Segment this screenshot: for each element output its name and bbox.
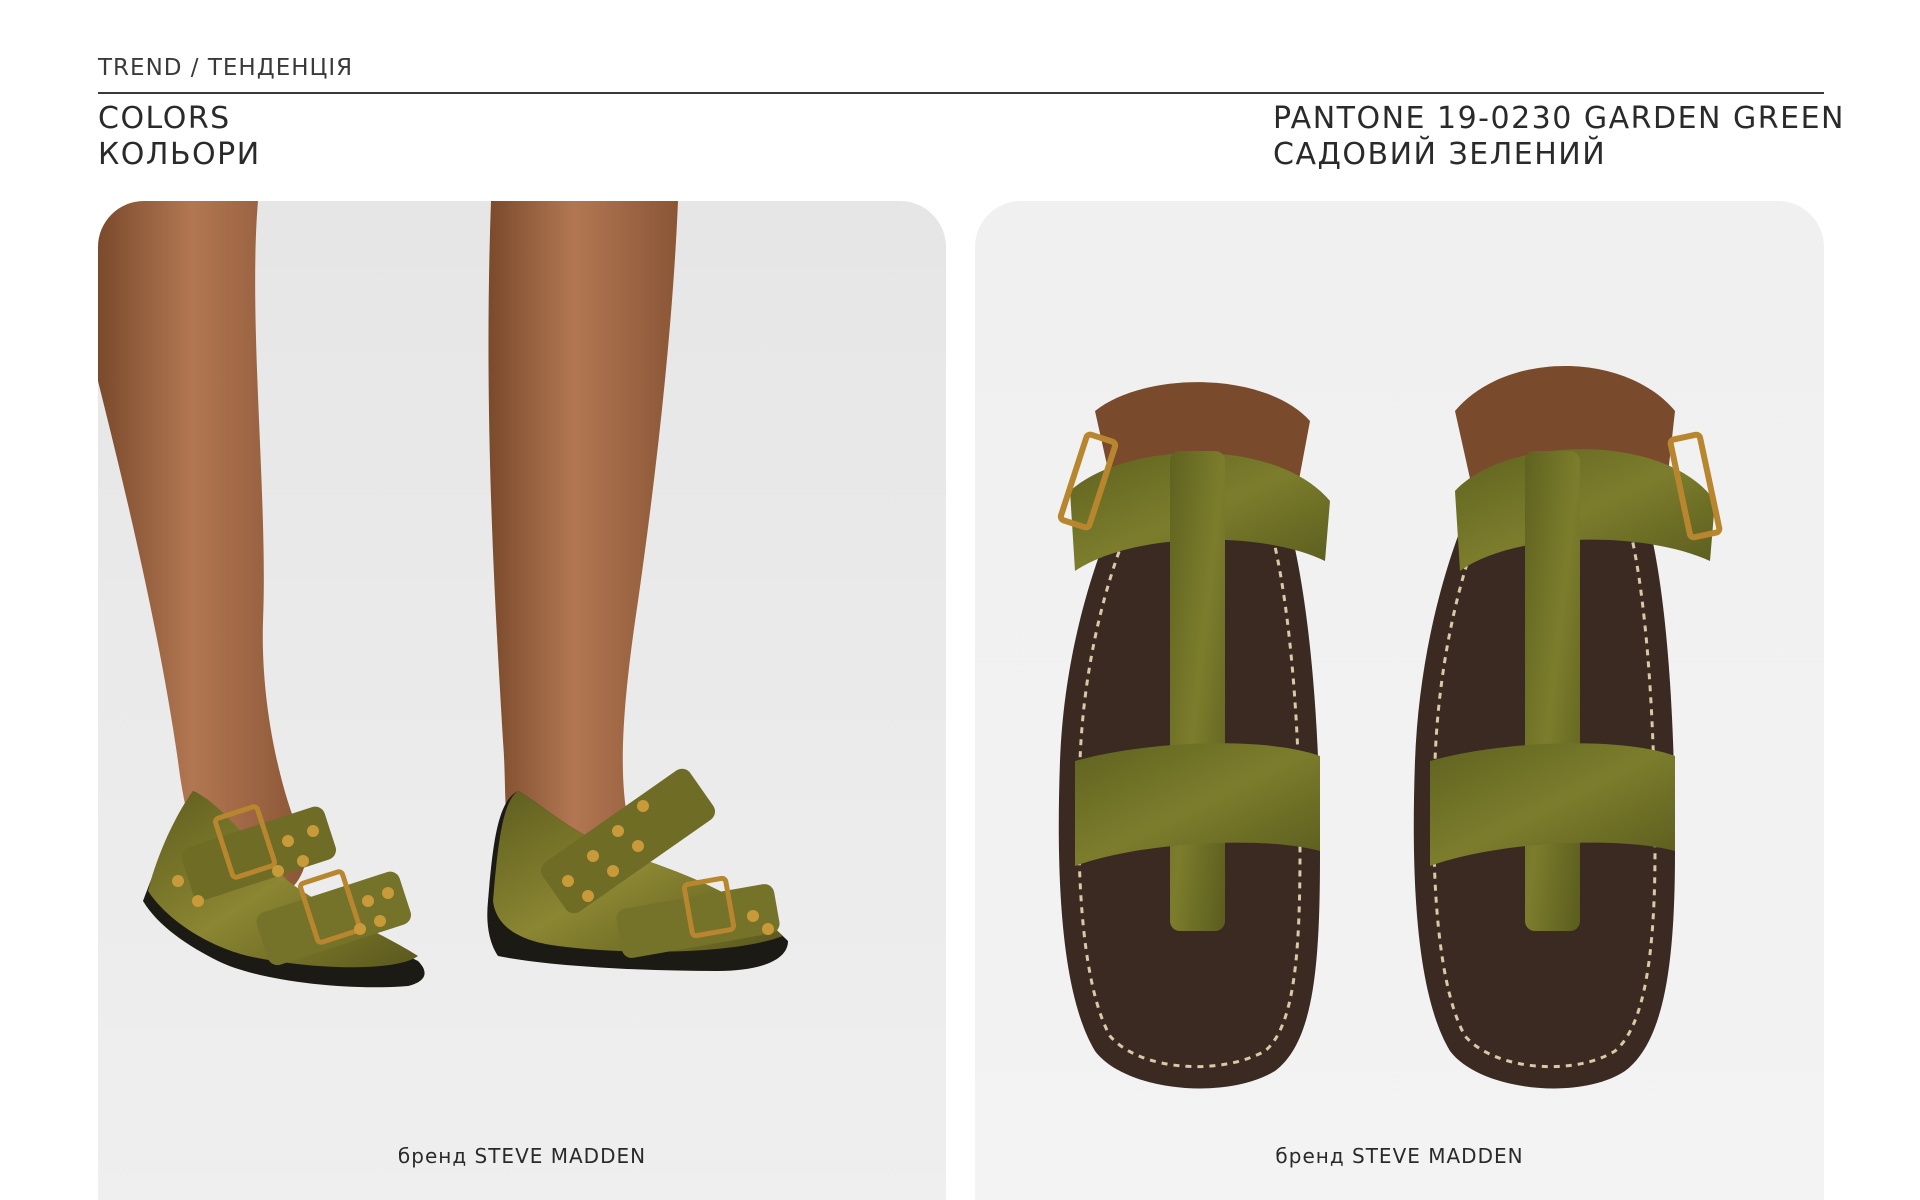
color-title-ua: САДОВИЙ ЗЕЛЕНИЙ [1273, 137, 1607, 172]
product-caption-flats: бренд STEVE MADDEN [397, 1144, 647, 1168]
left-flat-shoe [143, 791, 425, 988]
product-card-sandals: бренд STEVE MADDEN [975, 201, 1824, 1200]
product-caption-sandals: бренд STEVE MADDEN [1275, 1144, 1524, 1168]
right-leg [488, 201, 678, 887]
breadcrumb: TREND / ТЕНДЕНЦІЯ [98, 55, 354, 81]
section-title: COLORS КОЛЬОРИ [98, 101, 261, 173]
color-title-en: PANTONE 19-0230 GARDEN GREEN [1273, 101, 1845, 136]
photo-green-buckle-flats [98, 201, 788, 988]
section-title-en: COLORS [98, 101, 231, 136]
header-divider [98, 92, 1824, 94]
section-title-ua: КОЛЬОРИ [98, 137, 261, 172]
photo-green-t-strap-sandals [1057, 366, 1723, 1089]
product-card-flats: бренд STEVE MADDEN [98, 201, 946, 1200]
color-title: PANTONE 19-0230 GARDEN GREEN САДОВИЙ ЗЕЛ… [1273, 101, 1845, 173]
left-sandal [1057, 382, 1330, 1089]
right-sandal [1413, 366, 1723, 1089]
trend-page: TREND / ТЕНДЕНЦІЯ COLORS КОЛЬОРИ PANTONE… [0, 0, 1920, 1200]
